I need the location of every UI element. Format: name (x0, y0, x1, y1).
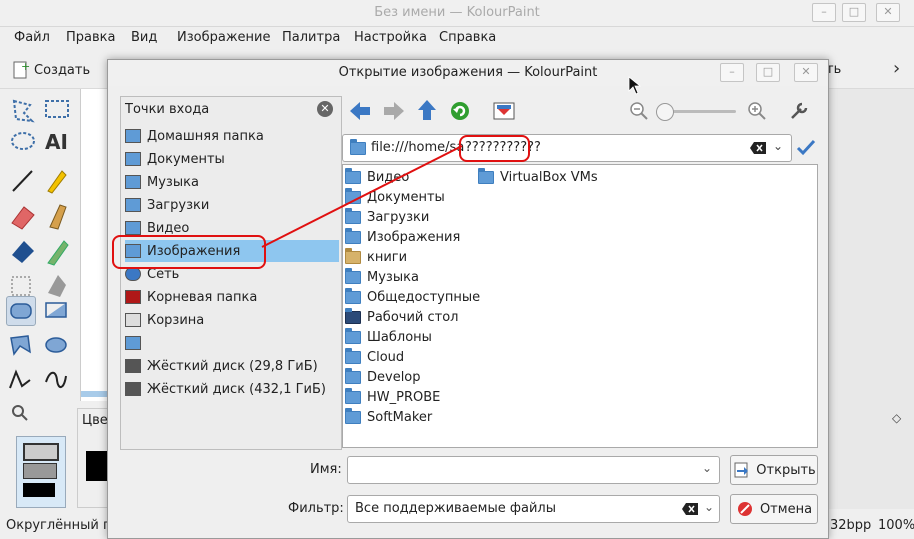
annotation-box-url (459, 135, 530, 162)
annotation-box-places (112, 235, 266, 269)
annotation-line (261, 145, 463, 248)
